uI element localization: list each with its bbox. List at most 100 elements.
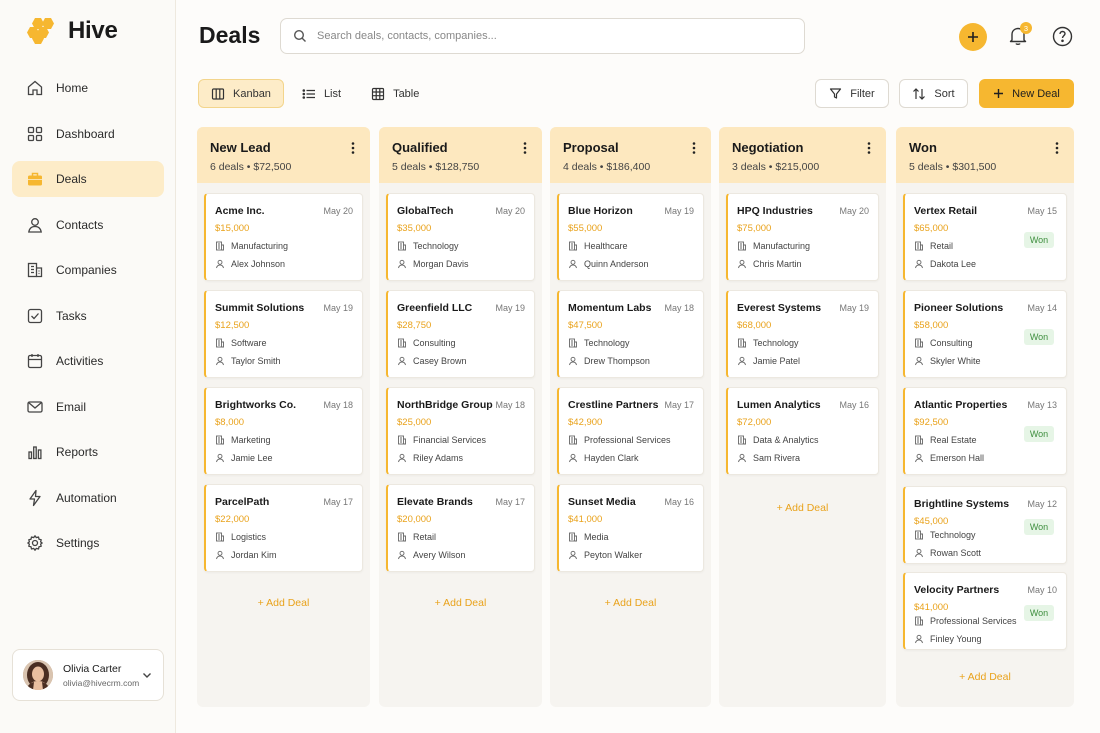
sidebar-item-settings[interactable]: Settings	[12, 525, 164, 561]
search-input[interactable]	[317, 30, 777, 42]
user-menu[interactable]: Olivia Carter olivia@hivecrm.com	[12, 649, 164, 701]
chevron-down-icon[interactable]	[141, 669, 153, 681]
add-deal-link[interactable]: + Add Deal	[197, 597, 370, 609]
user-icon	[738, 356, 746, 366]
deal-industry: Financial Services	[397, 435, 486, 445]
sidebar-item-automation[interactable]: Automation	[12, 480, 164, 516]
sidebar-item-label: Reports	[56, 445, 99, 459]
deal-card[interactable]: Blue Horizon May 19 $55,000 Healthcare Quinn…	[557, 193, 704, 281]
deal-card[interactable]: Elevate Brands May 17 $20,000 Retail Avery W…	[386, 484, 535, 572]
deal-value: $25,000	[397, 417, 432, 428]
deal-contact: Jamie Lee	[215, 453, 273, 463]
deal-card[interactable]: GlobalTech May 20 $35,000 Technology Morgan …	[386, 193, 535, 281]
deal-contact-label: Avery Wilson	[413, 550, 466, 560]
deal-contact-label: Taylor Smith	[231, 356, 281, 366]
deal-card[interactable]: Sunset Media May 16 $41,000 Media Peyton Wal…	[557, 484, 704, 572]
deal-value: $92,500	[914, 417, 949, 428]
deal-value: $35,000	[397, 223, 432, 234]
deal-card[interactable]: Velocity Partners May 10 $41,000 Profession…	[903, 572, 1067, 650]
quick-add-button[interactable]	[959, 23, 987, 51]
deal-card[interactable]: HPQ Industries May 20 $75,000 Manufacturing…	[726, 193, 879, 281]
sidebar-item-label: Tasks	[56, 308, 87, 323]
building-icon	[398, 241, 406, 251]
add-deal-link[interactable]: + Add Deal	[719, 502, 886, 514]
filter-button[interactable]: Filter	[815, 79, 889, 108]
status-badge: Won	[1024, 329, 1054, 345]
deal-card[interactable]: Vertex Retail May 15 $65,000 Retail Dakota L…	[903, 193, 1067, 281]
deal-name: Pioneer Solutions	[914, 302, 1004, 314]
sidebar-item-activities[interactable]: Activities	[12, 343, 164, 379]
deal-value: $22,000	[215, 514, 250, 525]
deal-date: May 18	[323, 400, 353, 410]
view-tab-label: List	[323, 87, 342, 100]
deal-industry-label: Real Estate	[930, 435, 977, 445]
deal-industry-label: Manufacturing	[231, 241, 289, 251]
sidebar-item-companies[interactable]: Companies	[12, 252, 164, 288]
deal-card[interactable]: ParcelPath May 17 $22,000 Logistics Jordan K…	[204, 484, 363, 572]
more-vertical-icon[interactable]	[522, 141, 528, 155]
help-icon[interactable]	[1052, 26, 1073, 47]
logo[interactable]: Hive	[26, 16, 118, 46]
deal-card[interactable]: Momentum Labs May 18 $47,500 Technology Drew…	[557, 290, 704, 378]
filter-label: Filter	[850, 87, 875, 100]
deal-date: May 20	[839, 206, 869, 216]
deal-date: May 13	[1027, 400, 1057, 410]
sidebar-item-contacts[interactable]: Contacts	[12, 207, 164, 243]
more-vertical-icon[interactable]	[691, 141, 697, 155]
building-icon	[915, 616, 923, 626]
deal-card[interactable]: Atlantic Properties May 13 $92,500 Real Est…	[903, 387, 1067, 475]
deal-card[interactable]: Crestline Partners May 17 $42,900 Professio…	[557, 387, 704, 475]
sidebar-item-email[interactable]: Email	[12, 389, 164, 425]
deal-card[interactable]: Greenfield LLC May 19 $28,750 Consulting Cas…	[386, 290, 535, 378]
deal-value: $55,000	[568, 223, 603, 234]
sidebar-item-tasks[interactable]: Tasks	[12, 298, 164, 334]
deal-industry: Marketing	[215, 435, 271, 445]
deal-contact: Quinn Anderson	[568, 259, 649, 269]
building-icon	[216, 241, 224, 251]
deal-card[interactable]: NorthBridge Group May 18 $25,000 Financial …	[386, 387, 535, 475]
user-icon	[398, 356, 406, 366]
search-bar[interactable]	[280, 18, 805, 54]
sidebar-item-dashboard[interactable]: Dashboard	[12, 116, 164, 152]
deal-card[interactable]: Everest Systems May 19 $68,000 Technology Ja…	[726, 290, 879, 378]
deal-card[interactable]: Lumen Analytics May 16 $72,000 Data & Analy…	[726, 387, 879, 475]
view-tab-label: Kanban	[233, 87, 271, 100]
column-summary: 5 deals • $128,750	[392, 161, 480, 173]
deal-card[interactable]: Acme Inc. May 20 $15,000 Manufacturing Alex …	[204, 193, 363, 281]
status-badge: Won	[1024, 232, 1054, 248]
deal-name: Vertex Retail	[914, 205, 978, 217]
view-tab-list[interactable]: List	[290, 79, 353, 108]
add-deal-link[interactable]: + Add Deal	[550, 597, 711, 609]
deal-card[interactable]: Pioneer Solutions May 14 $58,000 Consulting…	[903, 290, 1067, 378]
view-tab-kanban[interactable]: Kanban	[198, 79, 284, 108]
more-vertical-icon[interactable]	[866, 141, 872, 155]
deal-contact: Rowan Scott	[914, 548, 981, 558]
deal-value: $47,500	[568, 320, 603, 331]
building-icon	[738, 241, 746, 251]
deal-card[interactable]: Summit Solutions May 19 $12,500 Software Tay…	[204, 290, 363, 378]
more-vertical-icon[interactable]	[350, 141, 356, 155]
deal-contact: Peyton Walker	[568, 550, 642, 560]
deal-name: Crestline Partners	[568, 399, 659, 411]
sort-button[interactable]: Sort	[899, 79, 968, 108]
more-vertical-icon[interactable]	[1054, 141, 1060, 155]
calendar-icon	[27, 354, 43, 369]
deal-card[interactable]: Brightworks Co. May 18 $8,000 Marketing Jami…	[204, 387, 363, 475]
deal-contact-label: Dakota Lee	[930, 259, 977, 269]
deal-date: May 20	[323, 206, 353, 216]
add-deal-link[interactable]: + Add Deal	[896, 671, 1074, 683]
deal-industry: Retail	[914, 241, 953, 251]
new-deal-button[interactable]: New Deal	[979, 79, 1074, 108]
add-deal-link[interactable]: + Add Deal	[379, 597, 542, 609]
user-icon	[915, 548, 923, 558]
sidebar-item-reports[interactable]: Reports	[12, 434, 164, 470]
deal-contact: Sam Rivera	[737, 453, 800, 463]
sidebar-item-label: Email	[56, 399, 87, 414]
deal-value: $42,900	[568, 417, 603, 428]
sidebar-item-deals[interactable]: Deals	[12, 161, 164, 197]
deal-card[interactable]: Brightline Systems May 12 $45,000 Technolog…	[903, 486, 1067, 564]
deal-name: Greenfield LLC	[397, 302, 473, 314]
user-email: olivia@hivecrm.com	[63, 677, 140, 688]
sidebar-item-home[interactable]: Home	[12, 70, 164, 106]
view-tab-table[interactable]: Table	[359, 79, 431, 108]
